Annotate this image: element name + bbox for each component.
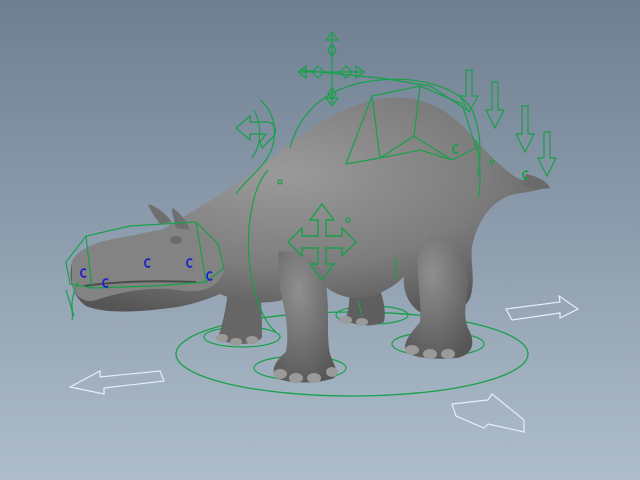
mesh-eye	[170, 236, 182, 244]
3d-viewport[interactable]	[0, 0, 640, 480]
viewport-scene[interactable]	[0, 0, 640, 480]
